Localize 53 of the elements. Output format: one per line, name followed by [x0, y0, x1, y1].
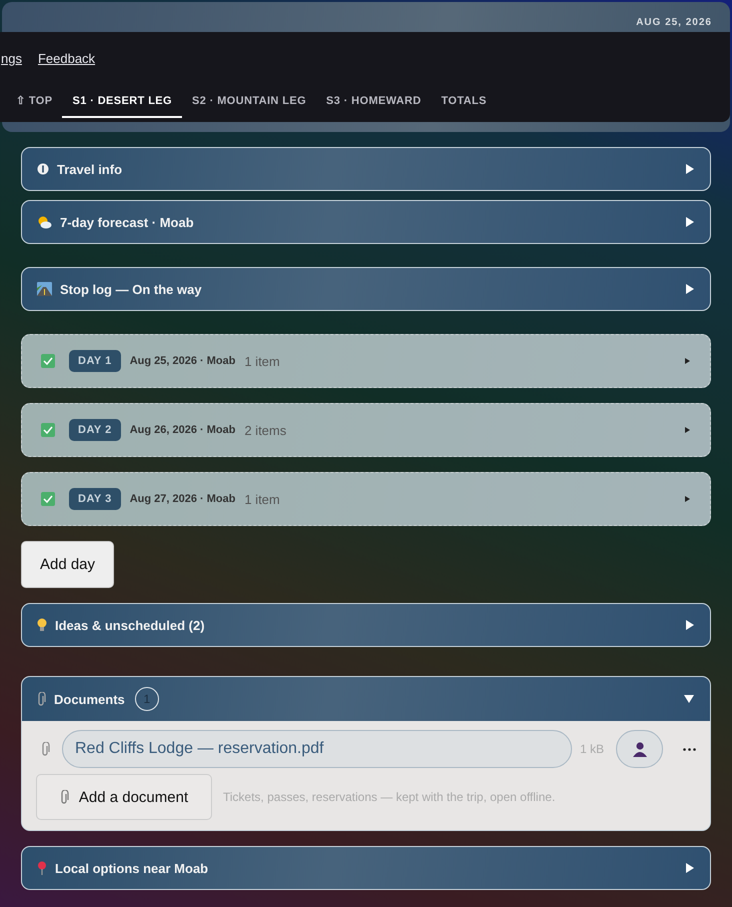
expand-icon [686, 284, 694, 294]
file-name-field[interactable]: Red Cliffs Lodge — reservation.pdf [62, 730, 572, 768]
accordion-header[interactable]: Stop log — On the way [21, 267, 711, 311]
day-card[interactable]: DAY 1 Aug 25, 2026 · Moab 1 item [21, 334, 711, 388]
person-icon [632, 741, 648, 757]
expand-icon [685, 358, 690, 364]
day-card[interactable]: DAY 3 Aug 27, 2026 · Moab 1 item [21, 472, 711, 526]
section-tab[interactable]: TOTALS [431, 90, 497, 118]
nav-link[interactable]: Feedback [38, 51, 96, 71]
checkbox[interactable] [41, 423, 55, 437]
checkbox[interactable] [41, 492, 55, 506]
road-icon [37, 282, 52, 296]
day-badge: DAY 1 [69, 350, 121, 372]
checkbox[interactable] [41, 354, 55, 368]
expand-icon [686, 863, 694, 873]
lightbulb-icon [37, 618, 47, 632]
accordion-header[interactable]: Travel info [21, 147, 711, 191]
paperclip-icon [60, 790, 69, 804]
day-card[interactable]: DAY 2 Aug 26, 2026 · Moab 2 items [21, 403, 711, 457]
expand-icon [685, 496, 690, 502]
day-badge: DAY 3 [69, 488, 121, 510]
file-size: 1 kB [580, 742, 604, 756]
day-badge: DAY 2 [69, 419, 121, 441]
item-count: 1 item [244, 492, 281, 506]
share-button[interactable] [616, 730, 663, 768]
expand-icon [686, 164, 694, 174]
day-date: Aug 26, 2026 · Moab [130, 424, 236, 436]
section-tab[interactable]: S1 · DESERT LEG [62, 90, 182, 118]
paperclip-icon [37, 692, 46, 706]
section-tab[interactable]: S3 · HOMEWARD [316, 90, 432, 118]
expand-icon [685, 427, 690, 433]
accordion-header[interactable]: Local options near Moab [21, 846, 711, 890]
nav-link[interactable]: ngs [1, 51, 22, 71]
paperclip-icon [41, 742, 50, 756]
section-tab[interactable]: S2 · MOUNTAIN LEG [182, 90, 316, 118]
add-document-button[interactable]: Add a document [36, 774, 212, 820]
item-count: 1 item [244, 354, 281, 368]
accordion-header[interactable]: 7-day forecast · Moab [21, 200, 711, 244]
pin-icon [37, 860, 47, 876]
sun-cloud-icon [37, 216, 52, 228]
expand-icon [686, 217, 694, 227]
hint-text: Tickets, passes, reservations — kept with the trip, open offline. [223, 790, 556, 804]
item-count: 2 items [244, 422, 288, 438]
day-date: Aug 27, 2026 · Moab [130, 493, 236, 505]
info-icon [37, 163, 49, 175]
date-label: AUG 25, 2026 [636, 17, 712, 28]
accordion-header[interactable]: Ideas & unscheduled (2) [21, 603, 711, 647]
section-tab[interactable]: ⇧ TOP [6, 90, 62, 118]
more-icon[interactable] [683, 748, 696, 750]
collapse-icon [684, 695, 694, 703]
day-date: Aug 25, 2026 · Moab [130, 355, 236, 367]
expand-icon [686, 620, 694, 630]
add-day-button[interactable]: Add day [21, 541, 114, 588]
